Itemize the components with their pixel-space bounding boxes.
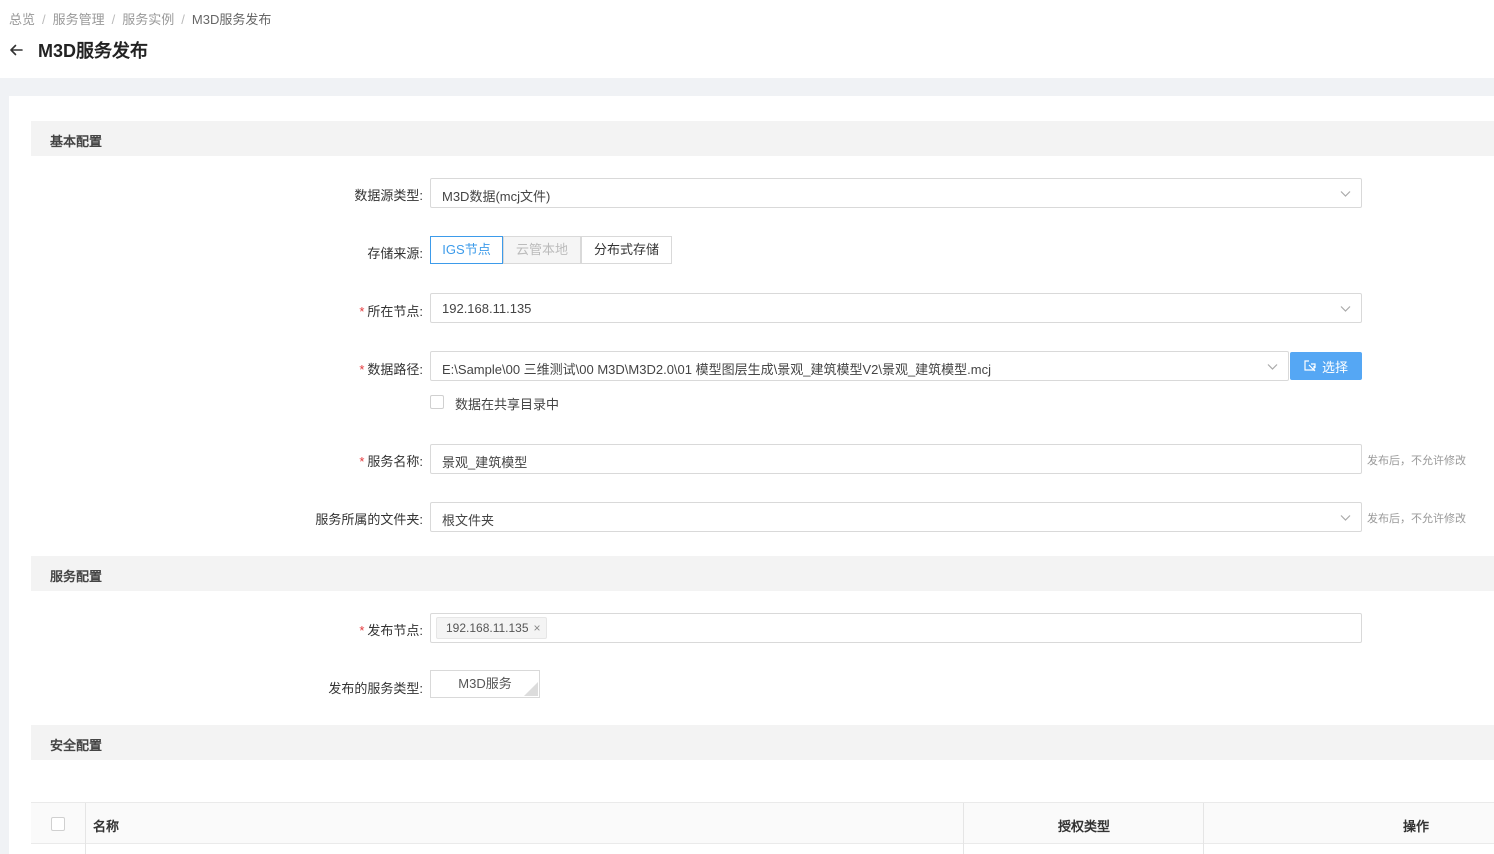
selected-corner-marker (524, 682, 538, 696)
column-header-auth-type: 授权类型 (1058, 819, 1111, 834)
column-divider (85, 845, 86, 854)
data-path-label: * 数据路径: (359, 362, 423, 377)
folder-hint: 发布后，不允许修改 (1367, 513, 1466, 525)
breadcrumb-item-overview[interactable]: 总览 (9, 12, 35, 27)
datasource-type-value: M3D数据(mcj文件) (442, 189, 551, 204)
select-all-checkbox[interactable] (51, 817, 65, 831)
publish-node-multiselect[interactable] (430, 613, 1362, 643)
column-divider (85, 803, 86, 845)
select-icon (1304, 360, 1316, 372)
node-value: 192.168.11.135 (442, 301, 532, 316)
breadcrumb-separator: / (42, 12, 46, 27)
publish-node-tag-label: 192.168.11.135 (446, 621, 529, 635)
column-header-name: 名称 (93, 819, 120, 834)
service-type-label: 发布的服务类型: (328, 681, 423, 696)
shared-dir-label: 数据在共享目录中 (455, 397, 560, 412)
section-basic-config: 基本配置 (31, 121, 1494, 156)
chevron-down-icon (1267, 364, 1278, 370)
page-header: 总览 / 服务管理 / 服务实例 / M3D服务发布 M3D服务发布 (0, 0, 1494, 78)
storage-option-igs-node[interactable]: IGS节点 (430, 236, 503, 264)
chevron-down-icon (1340, 306, 1351, 312)
required-mark: * (359, 362, 365, 377)
section-title-security: 安全配置 (50, 738, 103, 753)
table-row (31, 845, 1494, 854)
node-label: * 所在节点: (359, 304, 423, 319)
title-row: M3D服务发布 (9, 37, 148, 63)
breadcrumb: 总览 / 服务管理 / 服务实例 / M3D服务发布 (9, 9, 271, 28)
column-divider (1203, 803, 1204, 845)
service-name-hint: 发布后，不允许修改 (1367, 455, 1466, 467)
breadcrumb-separator: / (181, 12, 185, 27)
column-divider (963, 845, 964, 854)
breadcrumb-separator: / (111, 12, 116, 27)
storage-option-distributed[interactable]: 分布式存储 (581, 236, 672, 264)
datasource-type-label: 数据源类型: (354, 188, 423, 203)
publish-node-tag: 192.168.11.135 × (436, 617, 547, 639)
node-select[interactable]: 192.168.11.135 (430, 293, 1362, 323)
breadcrumb-item-service-instance[interactable]: 服务实例 (122, 12, 174, 27)
breadcrumb-item-service-management[interactable]: 服务管理 (53, 12, 105, 27)
breadcrumb-item-current: M3D服务发布 (191, 12, 272, 27)
required-mark: * (359, 454, 365, 469)
section-title-basic: 基本配置 (50, 134, 103, 149)
choose-path-button[interactable]: 选择 (1290, 352, 1362, 380)
datasource-type-select[interactable]: M3D数据(mcj文件) (430, 178, 1362, 208)
data-path-select[interactable]: E:\Sample\00 三维测试\00 M3D\M3D2.0\01 模型图层生… (430, 351, 1289, 381)
required-mark: * (359, 304, 365, 319)
column-divider (1203, 845, 1204, 854)
folder-value: 根文件夹 (442, 513, 495, 528)
choose-button-label: 选择 (1321, 359, 1348, 375)
close-icon[interactable]: × (534, 618, 541, 638)
folder-select[interactable]: 根文件夹 (430, 502, 1362, 532)
service-type-option[interactable]: M3D服务 (430, 670, 540, 698)
chevron-down-icon (1340, 191, 1351, 197)
page-title: M3D服务发布 (38, 41, 149, 61)
folder-label: 服务所属的文件夹: (315, 512, 423, 527)
column-header-actions: 操作 (1403, 819, 1430, 834)
back-arrow-icon[interactable] (9, 42, 25, 58)
service-name-label: * 服务名称: (359, 454, 423, 469)
service-name-value: 景观_建筑模型 (442, 455, 528, 470)
section-title-service: 服务配置 (50, 569, 103, 584)
publish-node-label: * 发布节点: (359, 623, 423, 638)
service-type-value: M3D服务 (458, 676, 512, 691)
column-divider (963, 803, 964, 845)
security-table-header: 名称 授权类型 操作 (31, 802, 1494, 845)
section-service-config: 服务配置 (31, 556, 1494, 591)
service-name-input[interactable]: 景观_建筑模型 (430, 444, 1362, 474)
section-security-config: 安全配置 (31, 725, 1494, 760)
required-mark: * (359, 623, 365, 638)
chevron-down-icon (1340, 515, 1351, 521)
storage-option-cloud-local: 云管本地 (503, 236, 581, 264)
shared-dir-checkbox[interactable] (430, 395, 444, 409)
data-path-value: E:\Sample\00 三维测试\00 M3D\M3D2.0\01 模型图层生… (442, 362, 992, 377)
storage-source-label: 存储来源: (367, 246, 423, 261)
